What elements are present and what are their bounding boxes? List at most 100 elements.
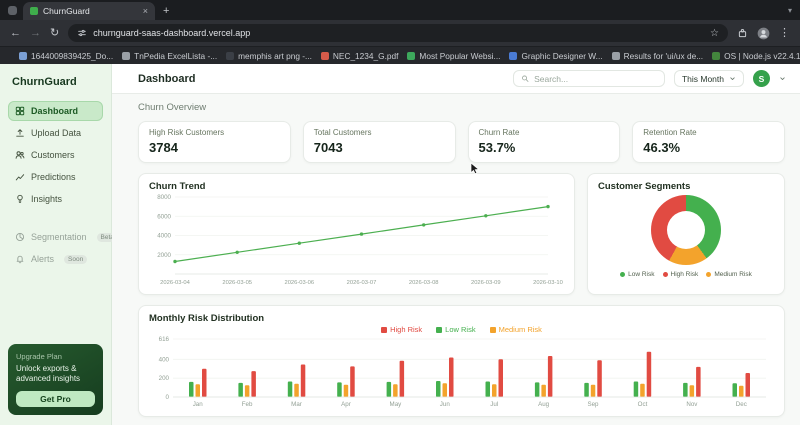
y-axis-tick: 4000: [157, 233, 171, 240]
site-info-icon[interactable]: [77, 28, 87, 38]
bookmark-favicon: [122, 51, 131, 60]
tab-title: ChurnGuard: [43, 6, 90, 16]
stat-label: Retention Rate: [643, 128, 697, 137]
trend-point: [235, 250, 239, 254]
get-pro-button[interactable]: Get Pro: [16, 391, 95, 407]
sidebar-item-predictions[interactable]: Predictions: [8, 167, 103, 187]
stats-row: High Risk Customers 3784 Total Customers…: [138, 121, 785, 163]
x-axis-tick: Sep: [587, 401, 599, 408]
forward-icon[interactable]: →: [30, 27, 41, 39]
bookmark-star-icon[interactable]: ☆: [710, 28, 719, 39]
sidebar-item-insights[interactable]: Insights: [8, 189, 103, 209]
x-axis-tick: 2026-03-08: [409, 280, 439, 286]
legend-dot: [706, 272, 712, 277]
bar-low-risk: [189, 381, 194, 397]
sidebar-item-customers[interactable]: Customers: [8, 145, 103, 165]
brand: ChurnGuard: [12, 76, 77, 88]
segments-donut-chart: [651, 195, 721, 265]
main-header: Dashboard This Month S: [112, 64, 800, 94]
tab-favicon-icon: [30, 7, 38, 15]
bar-high-risk: [399, 360, 405, 398]
bar-high-risk: [202, 368, 207, 397]
y-axis-tick: 616: [159, 336, 170, 343]
user-avatar[interactable]: S: [753, 70, 770, 87]
legend-label: Low Risk: [445, 325, 476, 334]
bookmark-item[interactable]: Most Popular Websi...: [407, 51, 500, 61]
profile-avatar-icon[interactable]: [757, 27, 770, 40]
trend-point: [359, 232, 364, 236]
legend-item: Medium Risk: [489, 325, 542, 334]
chevron-down-icon[interactable]: [779, 75, 786, 82]
churn-trend-chart: 2000 4000 6000 8000 2026-03-04 2026-03-05 2026…: [157, 194, 563, 286]
dashboard-icon: [15, 106, 25, 116]
bookmark-label: Most Popular Websi...: [419, 50, 501, 61]
sidebar-item-dashboard[interactable]: Dashboard: [8, 101, 103, 121]
bookmark-item[interactable]: OS | Node.js v22.4.1...: [712, 51, 800, 61]
bar-low-risk: [534, 382, 540, 397]
menu-icon[interactable]: ⋮: [779, 27, 790, 39]
chart-title: Churn Trend: [149, 181, 206, 192]
bookmark-item[interactable]: memphis art png -...: [226, 51, 312, 61]
legend-dot: [620, 272, 626, 277]
upload-icon: [16, 129, 24, 137]
section-title: Churn Overview: [138, 102, 207, 113]
x-axis-tick: 2026-03-07: [347, 280, 377, 286]
sidebar-item-label: Predictions: [31, 172, 76, 182]
sidebar-spacer: [8, 271, 103, 344]
sidebar-item-upload-data[interactable]: Upload Data: [8, 123, 103, 143]
search-box[interactable]: [512, 70, 665, 87]
bookmark-label: Graphic Designer W...: [521, 50, 603, 61]
x-axis-tick: May: [390, 401, 403, 408]
sidebar-item-alerts[interactable]: Alerts Soon: [8, 249, 103, 269]
bar-high-risk: [547, 356, 553, 397]
x-axis-tick: Nov: [686, 401, 698, 408]
bar-medium-risk: [195, 384, 200, 397]
bookmark-label: 1644009839425_Do...: [31, 50, 114, 61]
period-label: This Month: [681, 73, 724, 84]
new-tab-button[interactable]: +: [163, 5, 169, 17]
stat-value: 7043: [313, 140, 343, 155]
legend-label: High Risk: [390, 325, 423, 334]
sidebar-item-label: Upload Data: [31, 128, 82, 138]
stat-label: Churn Rate: [478, 128, 520, 137]
browser-tab[interactable]: ChurnGuard ×: [23, 2, 155, 20]
customer-segments-card: Customer Segments Low Risk High Risk Med…: [587, 173, 785, 295]
search-input[interactable]: [534, 73, 657, 84]
y-axis-tick: 2000: [157, 252, 171, 259]
bookmark-label: OS | Node.js v22.4.1...: [724, 50, 800, 61]
bookmark-item[interactable]: 1644009839425_Do...: [19, 51, 113, 61]
legend-label: Medium Risk: [498, 325, 542, 334]
bar-low-risk: [287, 381, 293, 397]
trend-point: [484, 214, 488, 218]
bookmark-item[interactable]: TnPedia ExcelLista -...: [122, 51, 217, 61]
trend-point: [546, 204, 550, 209]
bar-low-risk: [337, 382, 342, 397]
upgrade-subtitle: Unlock exports & advanced insights: [16, 364, 81, 383]
stat-value: 3784: [149, 140, 178, 155]
bookmark-label: memphis art png -...: [238, 50, 312, 61]
search-icon: [522, 75, 529, 82]
address-bar[interactable]: churnguard-saas-dashboard.vercel.app ☆: [68, 24, 728, 42]
tab-close-icon[interactable]: ×: [143, 6, 148, 16]
page-title: Dashboard: [138, 72, 196, 85]
stat-card-retention-rate: Retention Rate 46.3%: [632, 121, 785, 163]
dashboard-content: Churn Overview High Risk Customers 3784 …: [112, 94, 800, 425]
back-icon[interactable]: ←: [10, 27, 21, 39]
bookmark-item[interactable]: Results for 'ui/ux de...: [611, 51, 703, 61]
period-select[interactable]: This Month: [673, 70, 744, 87]
x-axis-tick: 2026-03-04: [160, 280, 190, 286]
customers-icon: [15, 151, 25, 159]
chevron-down-icon[interactable]: ▾: [788, 6, 792, 15]
browser-logo-icon: [8, 6, 17, 15]
refresh-icon[interactable]: ↻: [50, 27, 59, 39]
bookmark-item[interactable]: NEC_1234_G.pdf: [320, 51, 398, 61]
stat-value: 53.7%: [478, 140, 516, 155]
sidebar-item-segmentation[interactable]: Segmentation Beta: [8, 227, 118, 247]
browser-tab-strip: ChurnGuard × + ▾: [0, 0, 800, 20]
x-axis-tick: Aug: [538, 401, 550, 408]
bar-high-risk: [597, 360, 602, 397]
extensions-icon[interactable]: [737, 28, 748, 39]
legend-swatch: [381, 326, 388, 333]
bookmark-item[interactable]: Graphic Designer W...: [509, 50, 603, 61]
